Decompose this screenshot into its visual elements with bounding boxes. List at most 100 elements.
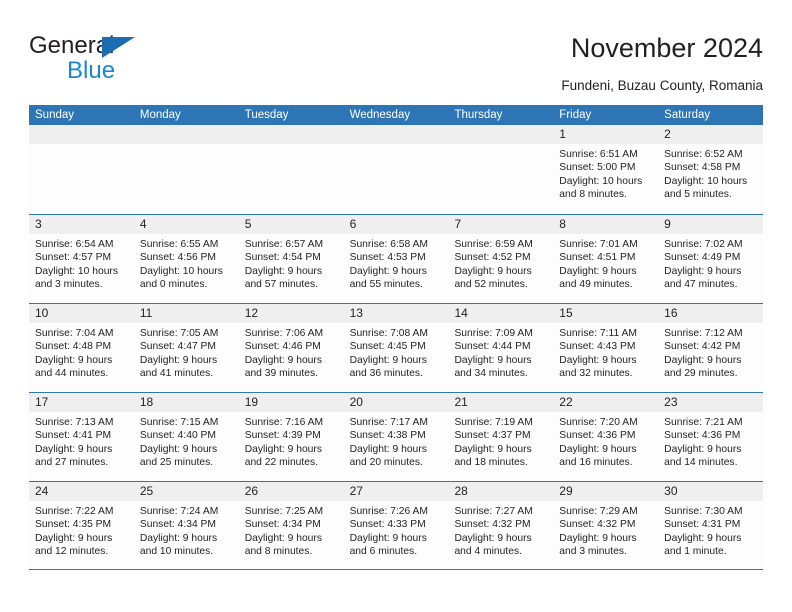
calendar-day-cell[interactable]: 14 Sunrise: 7:09 AM Sunset: 4:44 PM Dayligh… (448, 304, 554, 392)
day-number: 8 (553, 215, 659, 234)
calendar-day-cell[interactable]: 17 Sunrise: 7:13 AM Sunset: 4:41 PM Dayligh… (29, 393, 134, 481)
sunset-text: Sunset: 4:35 PM (35, 519, 112, 531)
calendar-day-cell-empty (343, 125, 449, 214)
daylight-text: Daylight: 9 hours and 49 minutes. (559, 265, 637, 291)
daylight-text: Daylight: 9 hours and 55 minutes. (349, 265, 427, 291)
day-sun-info: Sunrise: 7:20 AM Sunset: 4:36 PM Daylight:… (553, 412, 658, 470)
day-number: 13 (343, 304, 449, 323)
sunset-text: Sunset: 4:53 PM (349, 252, 426, 264)
calendar-day-cell[interactable]: 3 Sunrise: 6:54 AM Sunset: 4:57 PM Daylight… (29, 215, 134, 303)
weekday-header-saturday: Saturday (664, 109, 711, 121)
sunset-text: Sunset: 4:31 PM (664, 519, 741, 531)
calendar-day-cell[interactable]: 13 Sunrise: 7:08 AM Sunset: 4:45 PM Dayligh… (343, 304, 449, 392)
sunset-text: Sunset: 4:56 PM (139, 252, 216, 264)
sunrise-text: Sunrise: 6:58 AM (349, 239, 428, 250)
calendar-day-cell[interactable]: 28 Sunrise: 7:27 AM Sunset: 4:32 PM Dayligh… (448, 482, 554, 569)
sunrise-text: Sunrise: 7:21 AM (664, 417, 743, 428)
calendar-day-cell[interactable]: 11 Sunrise: 7:05 AM Sunset: 4:47 PM Dayligh… (133, 304, 239, 392)
calendar-day-cell[interactable]: 10 Sunrise: 7:04 AM Sunset: 4:48 PM Dayligh… (29, 304, 134, 392)
sunrise-text: Sunrise: 6:54 AM (35, 239, 114, 250)
sunset-text: Sunset: 4:44 PM (454, 341, 531, 353)
calendar-week-row: 24 Sunrise: 7:22 AM Sunset: 4:35 PM Dayligh… (29, 481, 764, 570)
daylight-text: Daylight: 9 hours and 44 minutes. (35, 354, 113, 380)
calendar-week-row: 1 Sunrise: 6:51 AM Sunset: 5:00 PM Daylight… (29, 125, 764, 214)
calendar-day-cell[interactable]: 16 Sunrise: 7:12 AM Sunset: 4:42 PM Dayligh… (658, 304, 764, 392)
day-sun-info: Sunrise: 7:05 AM Sunset: 4:47 PM Daylight:… (134, 323, 239, 381)
day-sun-info: Sunrise: 6:54 AM Sunset: 4:57 PM Daylight:… (29, 234, 134, 292)
daylight-text: Daylight: 9 hours and 41 minutes. (139, 354, 218, 380)
calendar-day-cell[interactable]: 6 Sunrise: 6:58 AM Sunset: 4:53 PM Daylight… (343, 215, 449, 303)
general-blue-logo: General Blue (29, 33, 249, 83)
calendar-day-cell[interactable]: 19 Sunrise: 7:16 AM Sunset: 4:39 PM Dayligh… (238, 393, 344, 481)
calendar-day-cell[interactable]: 12 Sunrise: 7:06 AM Sunset: 4:46 PM Dayligh… (238, 304, 344, 392)
sunset-text: Sunset: 4:54 PM (244, 252, 321, 264)
day-number (343, 125, 449, 144)
daylight-text: Daylight: 10 hours and 3 minutes. (35, 265, 118, 291)
day-sun-info: Sunrise: 7:25 AM Sunset: 4:34 PM Daylight:… (239, 501, 344, 559)
sunset-text: Sunset: 4:46 PM (244, 341, 321, 353)
calendar-day-cell[interactable]: 4 Sunrise: 6:55 AM Sunset: 4:56 PM Daylight… (133, 215, 239, 303)
weekday-header-monday: Monday (139, 109, 181, 121)
day-number: 11 (133, 304, 239, 323)
day-sun-info: Sunrise: 7:11 AM Sunset: 4:43 PM Daylight:… (553, 323, 658, 381)
day-number: 4 (133, 215, 239, 234)
day-number: 10 (29, 304, 134, 323)
sunset-text: Sunset: 4:43 PM (559, 341, 636, 353)
sunrise-text: Sunrise: 7:04 AM (35, 328, 114, 339)
sunset-text: Sunset: 4:58 PM (664, 162, 741, 174)
sunrise-text: Sunrise: 7:13 AM (35, 417, 114, 428)
daylight-text: Daylight: 9 hours and 16 minutes. (559, 443, 637, 469)
calendar-day-cell[interactable]: 22 Sunrise: 7:20 AM Sunset: 4:36 PM Dayligh… (553, 393, 659, 481)
day-number: 19 (238, 393, 344, 412)
calendar-day-cell[interactable]: 2 Sunrise: 6:52 AM Sunset: 4:58 PM Daylight… (658, 125, 764, 214)
calendar-day-cell[interactable]: 5 Sunrise: 6:57 AM Sunset: 4:54 PM Daylight… (238, 215, 344, 303)
sunrise-text: Sunrise: 6:51 AM (559, 149, 638, 160)
daylight-text: Daylight: 9 hours and 18 minutes. (454, 443, 532, 469)
sunset-text: Sunset: 5:00 PM (559, 162, 636, 174)
daylight-text: Daylight: 9 hours and 36 minutes. (349, 354, 427, 380)
sunrise-text: Sunrise: 7:17 AM (349, 417, 428, 428)
sunset-text: Sunset: 4:33 PM (349, 519, 426, 531)
day-sun-info: Sunrise: 7:22 AM Sunset: 4:35 PM Daylight:… (29, 501, 134, 559)
sunset-text: Sunset: 4:49 PM (664, 252, 741, 264)
calendar-day-cell[interactable]: 30 Sunrise: 7:30 AM Sunset: 4:31 PM Dayligh… (658, 482, 764, 569)
weekday-header-row: Sunday Monday Tuesday Wednesday Thursday Frid… (29, 105, 763, 125)
day-sun-info: Sunrise: 7:13 AM Sunset: 4:41 PM Daylight:… (29, 412, 134, 470)
sunset-text: Sunset: 4:40 PM (139, 430, 216, 442)
sunset-text: Sunset: 4:57 PM (35, 252, 112, 264)
calendar-day-cell[interactable]: 26 Sunrise: 7:25 AM Sunset: 4:34 PM Dayligh… (238, 482, 344, 569)
calendar-day-cell[interactable]: 25 Sunrise: 7:24 AM Sunset: 4:34 PM Dayligh… (133, 482, 239, 569)
calendar-day-cell[interactable]: 8 Sunrise: 7:01 AM Sunset: 4:51 PM Daylight… (553, 215, 659, 303)
calendar-day-cell[interactable]: 18 Sunrise: 7:15 AM Sunset: 4:40 PM Dayligh… (133, 393, 239, 481)
daylight-text: Daylight: 10 hours and 5 minutes. (664, 175, 748, 201)
calendar-day-cell[interactable]: 20 Sunrise: 7:17 AM Sunset: 4:38 PM Dayligh… (343, 393, 449, 481)
day-number: 2 (658, 125, 764, 144)
daylight-text: Daylight: 9 hours and 57 minutes. (244, 265, 322, 291)
sunrise-text: Sunrise: 7:05 AM (139, 328, 219, 339)
calendar-day-cell[interactable]: 9 Sunrise: 7:02 AM Sunset: 4:49 PM Daylight… (658, 215, 764, 303)
calendar-day-cell[interactable]: 7 Sunrise: 6:59 AM Sunset: 4:52 PM Daylight… (448, 215, 554, 303)
sunrise-text: Sunrise: 7:27 AM (454, 506, 533, 517)
sunrise-text: Sunrise: 7:29 AM (559, 506, 638, 517)
weekday-header-thursday: Thursday (454, 109, 503, 121)
calendar-day-cell[interactable]: 23 Sunrise: 7:21 AM Sunset: 4:36 PM Dayligh… (658, 393, 764, 481)
calendar-day-cell[interactable]: 15 Sunrise: 7:11 AM Sunset: 4:43 PM Dayligh… (553, 304, 659, 392)
calendar-day-cell[interactable]: 27 Sunrise: 7:26 AM Sunset: 4:33 PM Dayligh… (343, 482, 449, 569)
day-number: 29 (553, 482, 659, 501)
day-sun-info: Sunrise: 7:19 AM Sunset: 4:37 PM Daylight:… (448, 412, 553, 470)
sunset-text: Sunset: 4:48 PM (35, 341, 112, 353)
calendar-day-cell[interactable]: 29 Sunrise: 7:29 AM Sunset: 4:32 PM Dayligh… (553, 482, 659, 569)
day-sun-info: Sunrise: 7:06 AM Sunset: 4:46 PM Daylight:… (239, 323, 344, 381)
day-sun-info: Sunrise: 7:15 AM Sunset: 4:40 PM Daylight:… (134, 412, 239, 470)
calendar-week-row: 3 Sunrise: 6:54 AM Sunset: 4:57 PM Daylight… (29, 214, 764, 303)
sunrise-text: Sunrise: 7:09 AM (454, 328, 533, 339)
weekday-header-tuesday: Tuesday (244, 109, 289, 121)
sunrise-text: Sunrise: 7:06 AM (244, 328, 324, 339)
calendar-day-cell-empty (448, 125, 554, 214)
sunrise-text: Sunrise: 7:26 AM (349, 506, 428, 517)
sunrise-text: Sunrise: 6:52 AM (664, 149, 743, 160)
calendar-day-cell[interactable]: 21 Sunrise: 7:19 AM Sunset: 4:37 PM Dayligh… (448, 393, 554, 481)
day-sun-info: Sunrise: 7:04 AM Sunset: 4:48 PM Daylight:… (29, 323, 134, 381)
calendar-day-cell[interactable]: 1 Sunrise: 6:51 AM Sunset: 5:00 PM Daylight… (553, 125, 659, 214)
calendar-day-cell[interactable]: 24 Sunrise: 7:22 AM Sunset: 4:35 PM Dayligh… (29, 482, 134, 569)
